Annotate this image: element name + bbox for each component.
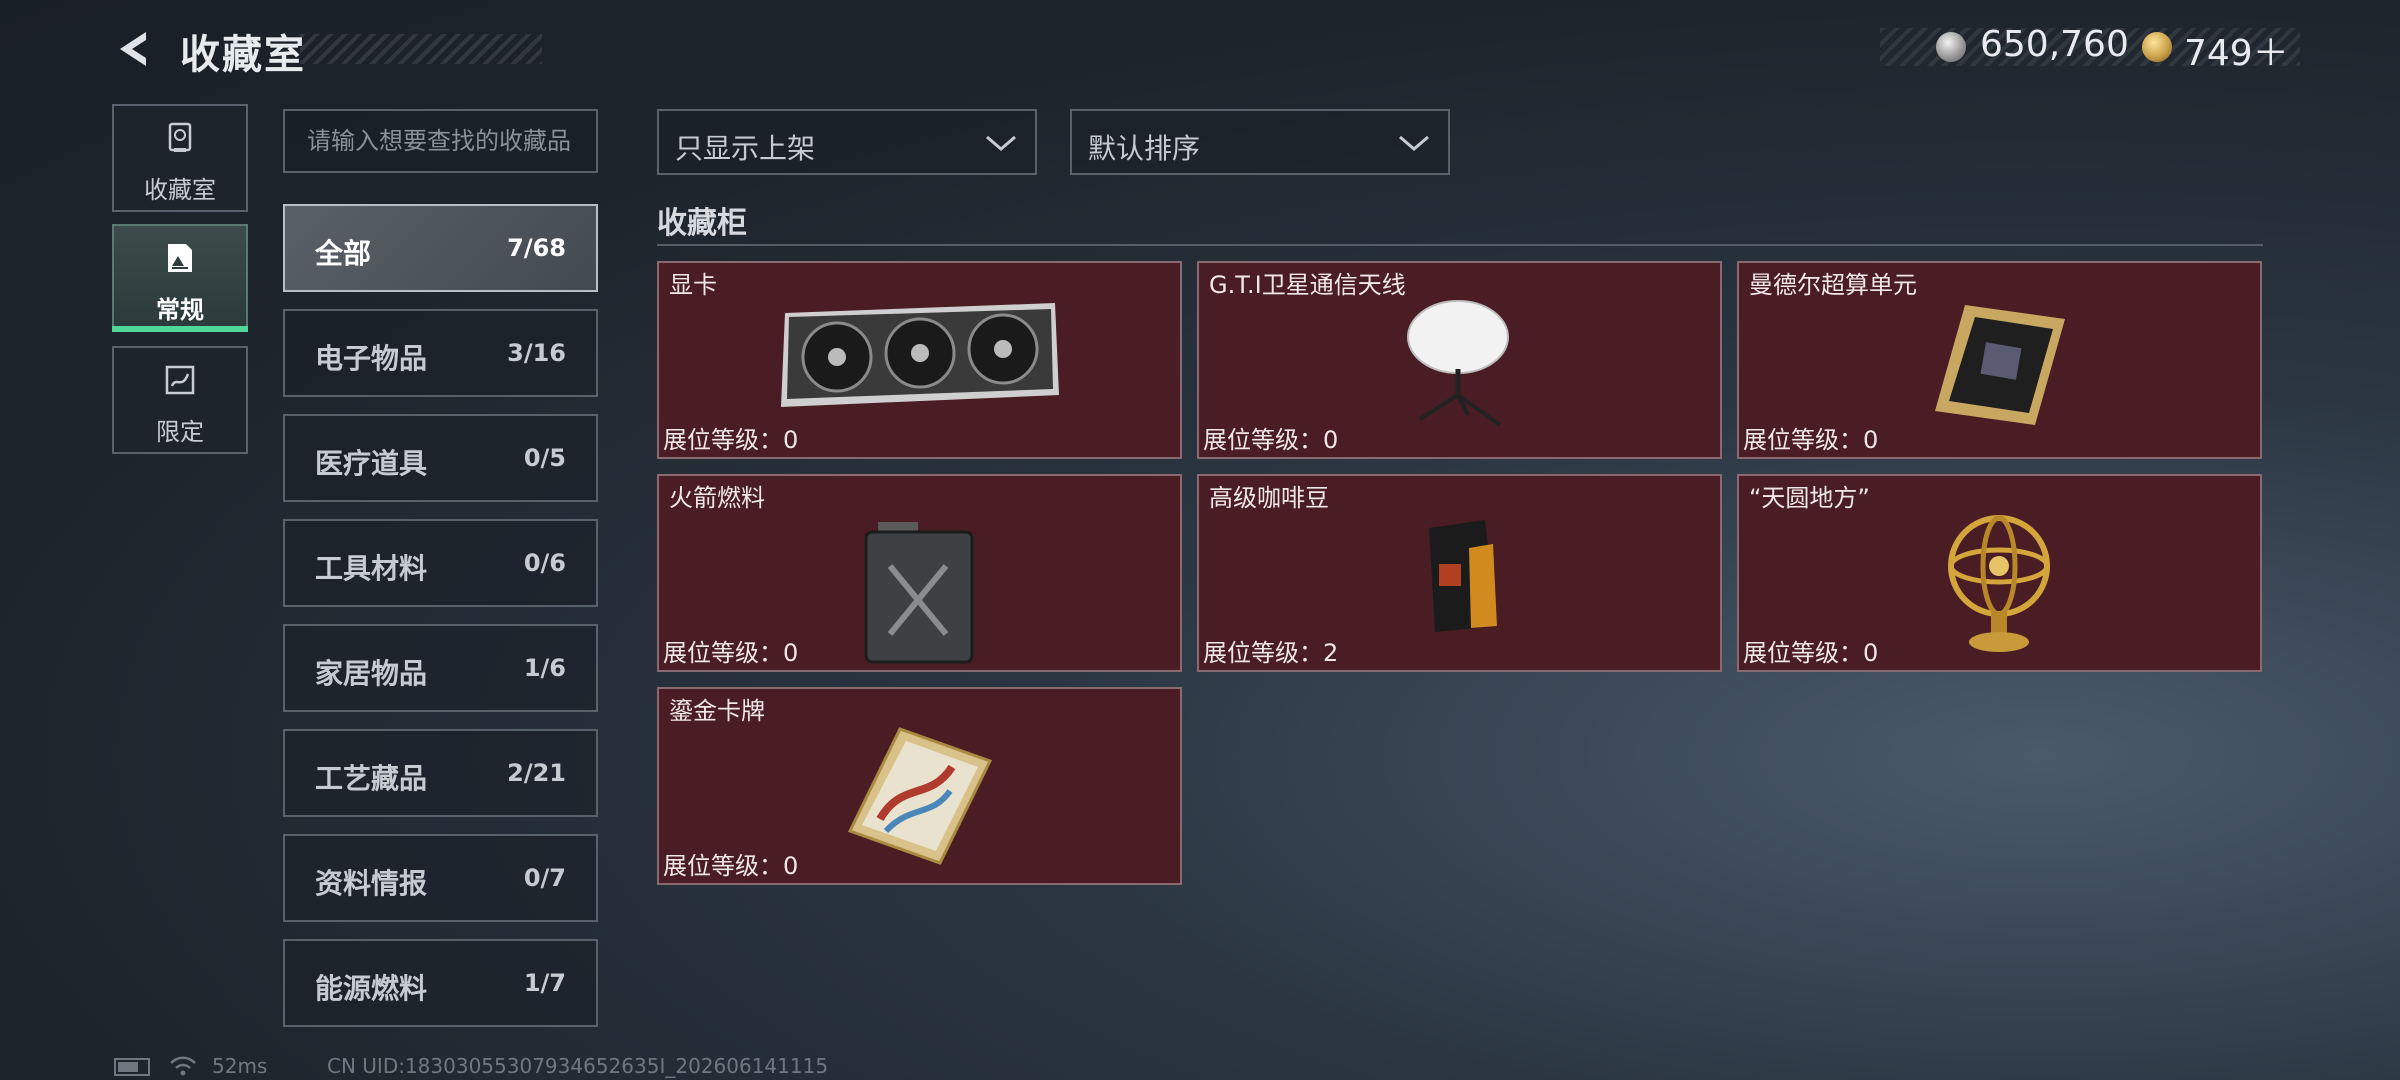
category-name: 工具材料 xyxy=(315,552,428,585)
category-medical[interactable]: 医疗道具 0/5 xyxy=(283,414,598,502)
back-button[interactable] xyxy=(112,28,154,70)
nav-limited[interactable]: 限定 xyxy=(112,346,248,454)
item-display-level: 展位等级：2 xyxy=(1203,639,1339,667)
category-name: 电子物品 xyxy=(315,342,428,375)
item-name: “天圆地方” xyxy=(1749,484,1870,512)
category-name: 工艺藏品 xyxy=(315,762,428,795)
category-name: 资料情报 xyxy=(315,867,428,900)
item-display-level: 展位等级：0 xyxy=(663,639,799,667)
gold-currency-amount[interactable]: 749＋ xyxy=(2184,24,2289,76)
category-count: 1/7 xyxy=(523,969,566,997)
collection-item-card[interactable]: 显卡 展位等级：0 xyxy=(657,261,1182,459)
category-electronics[interactable]: 电子物品 3/16 xyxy=(283,309,598,397)
silver-coin-icon xyxy=(1936,32,1966,62)
item-display-level: 展位等级：0 xyxy=(1743,426,1879,454)
display-filter-dropdown[interactable]: 只显示上架 xyxy=(657,109,1037,175)
graphics-card-icon xyxy=(780,303,1059,407)
search-input[interactable] xyxy=(283,109,598,173)
item-display-level: 展位等级：0 xyxy=(663,852,799,880)
collection-item-card[interactable]: 鎏金卡牌 展位等级：0 xyxy=(657,687,1182,885)
fuel-can-icon xyxy=(864,522,973,664)
nav-label: 收藏室 xyxy=(144,176,216,204)
category-crafts[interactable]: 工艺藏品 2/21 xyxy=(283,729,598,817)
item-name: 显卡 xyxy=(669,271,717,299)
category-name: 全部 xyxy=(315,237,372,270)
processor-icon xyxy=(1934,305,2065,425)
item-display-level: 展位等级：0 xyxy=(1203,426,1339,454)
category-fuel[interactable]: 能源燃料 1/7 xyxy=(283,939,598,1027)
item-name: 火箭燃料 xyxy=(669,484,765,512)
collection-item-card[interactable]: 火箭燃料 展位等级：0 xyxy=(657,474,1182,672)
category-household[interactable]: 家居物品 1/6 xyxy=(283,624,598,712)
section-divider xyxy=(657,244,2263,246)
item-name: G.T.I卫星通信天线 xyxy=(1209,271,1406,299)
dropdown-value: 只显示上架 xyxy=(675,132,816,165)
category-name: 医疗道具 xyxy=(315,447,428,480)
nav-label: 常规 xyxy=(156,296,204,324)
item-name: 鎏金卡牌 xyxy=(669,697,765,725)
chevron-down-icon xyxy=(986,135,1016,151)
chevron-down-icon xyxy=(1399,135,1429,151)
coffee-bag-icon xyxy=(1428,520,1497,632)
picture-icon xyxy=(168,244,192,272)
category-count: 7/68 xyxy=(507,234,566,262)
active-nav-indicator xyxy=(112,326,248,332)
category-count: 2/21 xyxy=(507,759,566,787)
uid-text: CN UID:18303055307934652635I_20260614111… xyxy=(327,1054,829,1078)
item-display-level: 展位等级：0 xyxy=(663,426,799,454)
limited-icon xyxy=(165,365,195,395)
gold-card-icon xyxy=(847,727,992,865)
category-count: 0/7 xyxy=(523,864,566,892)
collection-item-card[interactable]: 高级咖啡豆 展位等级：2 xyxy=(1197,474,1722,672)
category-name: 家居物品 xyxy=(315,657,428,690)
category-tools[interactable]: 工具材料 0/6 xyxy=(283,519,598,607)
ping-text: 52ms xyxy=(212,1054,268,1078)
page-title: 收藏室 xyxy=(180,32,306,78)
category-intel[interactable]: 资料情报 0/7 xyxy=(283,834,598,922)
category-all[interactable]: 全部 7/68 xyxy=(283,204,598,292)
nav-label: 限定 xyxy=(156,418,204,446)
trophy-icon xyxy=(168,122,192,152)
gold-coin-icon xyxy=(2142,32,2172,62)
collection-item-card[interactable]: G.T.I卫星通信天线 展位等级：0 xyxy=(1197,261,1722,459)
category-count: 3/16 xyxy=(507,339,566,367)
collection-item-card[interactable]: 曼德尔超算单元 展位等级：0 xyxy=(1737,261,2262,459)
category-count: 0/6 xyxy=(523,549,566,577)
sort-dropdown[interactable]: 默认排序 xyxy=(1070,109,1450,175)
back-arrow-icon xyxy=(120,32,146,66)
category-name: 能源燃料 xyxy=(315,972,428,1005)
satellite-dish-icon xyxy=(1406,300,1509,427)
category-count: 1/6 xyxy=(523,654,566,682)
wifi-icon xyxy=(170,1056,196,1076)
title-decoration xyxy=(300,34,542,64)
dropdown-value: 默认排序 xyxy=(1088,132,1201,165)
category-count: 0/5 xyxy=(523,444,566,472)
nav-collection-room[interactable]: 收藏室 xyxy=(112,104,248,212)
silver-currency-amount: 650,760 xyxy=(1980,24,2129,65)
battery-icon xyxy=(114,1058,150,1076)
collection-item-card[interactable]: “天圆地方” 展位等级：0 xyxy=(1737,474,2262,672)
armillary-sphere-icon xyxy=(1947,515,2050,652)
item-name: 曼德尔超算单元 xyxy=(1749,271,1917,299)
nav-regular[interactable]: 常规 xyxy=(112,224,248,332)
section-title: 收藏柜 xyxy=(657,206,747,241)
item-display-level: 展位等级：0 xyxy=(1743,639,1879,667)
item-name: 高级咖啡豆 xyxy=(1209,484,1329,512)
